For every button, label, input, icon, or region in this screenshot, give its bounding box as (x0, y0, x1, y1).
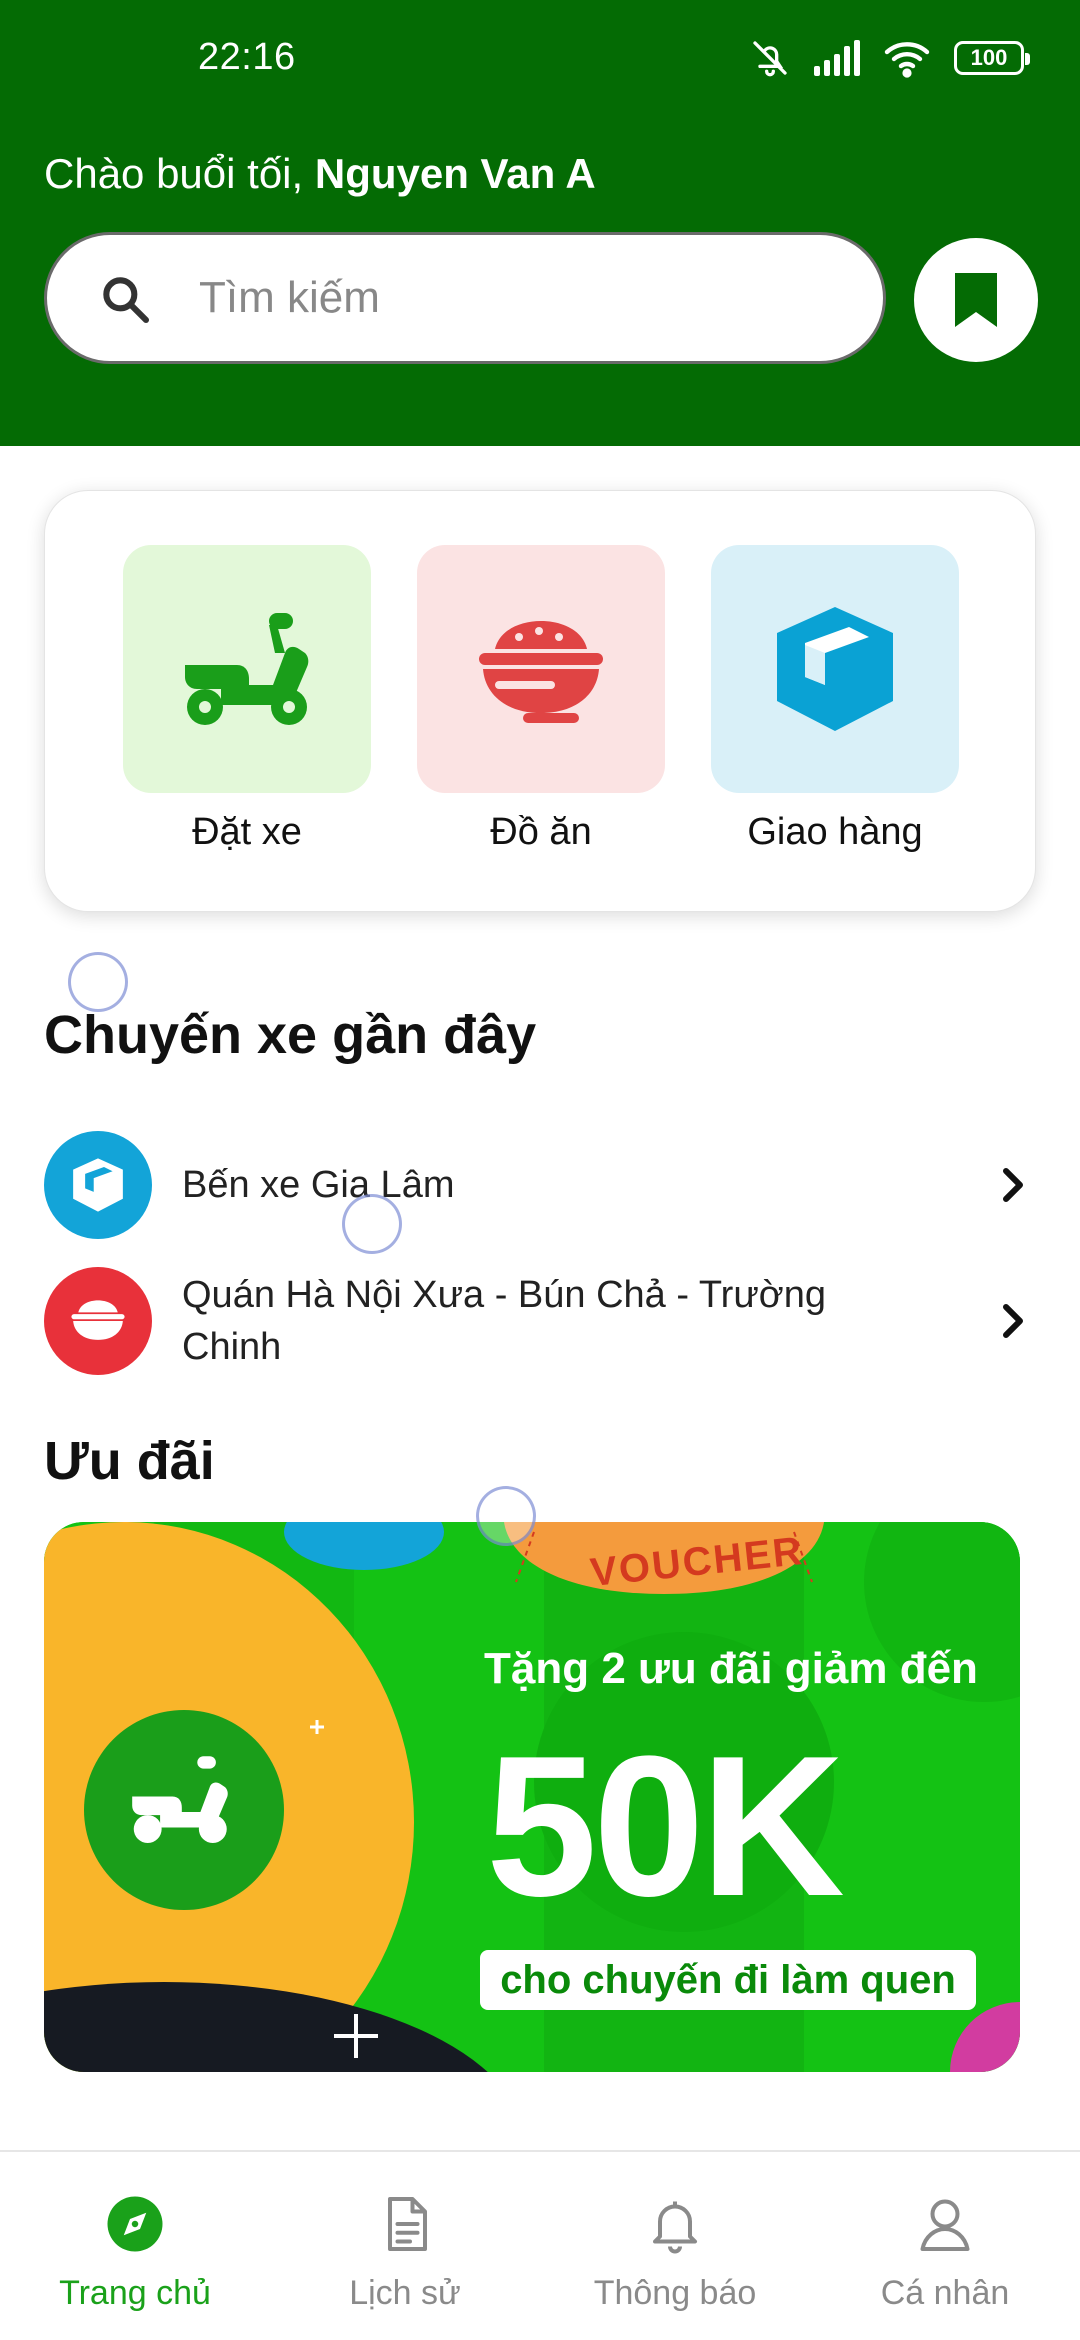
promo-banner[interactable]: VOUCHER Tặng 2 ưu đãi giảm đến 50K cho c… (44, 1522, 1020, 2072)
service-label: Giao hàng (747, 811, 923, 853)
search-input[interactable] (199, 261, 839, 335)
user-name: Nguyen Van A (314, 150, 596, 197)
service-food[interactable]: Đồ ăn (417, 545, 665, 875)
nav-label: Trang chủ (59, 2274, 211, 2312)
battery-level: 100 (970, 45, 1008, 70)
search-icon (103, 277, 150, 324)
bookmark-button[interactable] (914, 238, 1038, 362)
compass-icon (107, 2196, 163, 2252)
nav-label: Cá nhân (880, 2274, 1010, 2312)
services-card: Đặt xe Đồ ăn Giao hàng (44, 490, 1036, 912)
status-icons: 100 (750, 36, 1030, 80)
ride-avatar (44, 1267, 152, 1375)
food-bowl-icon (71, 1300, 125, 1340)
promo-headline: Tặng 2 ưu đãi giảm đến (484, 1644, 978, 1693)
touch-indicator (68, 952, 128, 1012)
wifi-icon (884, 42, 930, 78)
chevron-right-icon (1003, 1304, 1023, 1338)
service-tile (711, 545, 959, 793)
greeting: Chào buổi tối, Nguyen Van A (44, 150, 596, 198)
service-ride[interactable]: Đặt xe (123, 545, 371, 875)
chevron-right-icon (1003, 1168, 1023, 1202)
touch-indicator (342, 1194, 402, 1254)
nav-home[interactable]: Trang chủ (0, 2194, 270, 2313)
ride-avatar (44, 1131, 152, 1239)
status-time: 22:16 (198, 36, 296, 78)
service-label: Đặt xe (192, 811, 302, 853)
scooter-icon (185, 613, 309, 725)
ride-name: Bến xe Gia Lâm (182, 1164, 455, 1206)
promo-subtitle: cho chuyến đi làm quen (480, 1950, 976, 2010)
promo-amount: 50K (486, 1715, 845, 1938)
nav-profile[interactable]: Cá nhân (810, 2194, 1080, 2313)
package-icon (777, 607, 893, 731)
package-icon (73, 1158, 123, 1212)
status-bar: 22:16 100 (0, 0, 1080, 120)
ride-name: Quán Hà Nội Xưa - Bún Chả - Trường Chinh (182, 1274, 826, 1368)
bottom-navigation: Trang chủ Lịch sử Thông báo Cá nhân (0, 2150, 1080, 2340)
service-delivery[interactable]: Giao hàng (711, 545, 959, 875)
touch-indicator (476, 1486, 536, 1546)
food-bowl-icon (479, 621, 603, 723)
recent-ride-item[interactable]: Bến xe Gia Lâm (44, 1130, 1036, 1240)
nav-label: Lịch sử (349, 2274, 461, 2312)
service-tile (417, 545, 665, 793)
greeting-prefix: Chào buổi tối, (44, 150, 304, 197)
nav-history[interactable]: Lịch sử (270, 2194, 540, 2313)
bookmark-icon (955, 273, 997, 327)
signal-icon (814, 40, 860, 76)
person-icon (920, 2199, 970, 2251)
mute-icon (753, 41, 787, 77)
bell-icon (653, 2201, 697, 2254)
promos-title: Ưu đãi (44, 1431, 215, 1491)
document-icon (388, 2197, 427, 2251)
battery-icon: 100 (954, 41, 1030, 75)
app-header: 22:16 100 Chào buổi tối, Nguyen Van A (0, 0, 1080, 446)
search-bar[interactable] (44, 232, 886, 364)
service-label: Đồ ăn (490, 811, 592, 853)
nav-label: Thông báo (593, 2274, 757, 2312)
recent-rides-title: Chuyến xe gần đây (44, 1005, 537, 1065)
nav-notifications[interactable]: Thông báo (540, 2194, 810, 2313)
recent-ride-item[interactable]: Quán Hà Nội Xưa - Bún Chả - Trường Chinh (44, 1264, 1036, 1378)
service-tile (123, 545, 371, 793)
